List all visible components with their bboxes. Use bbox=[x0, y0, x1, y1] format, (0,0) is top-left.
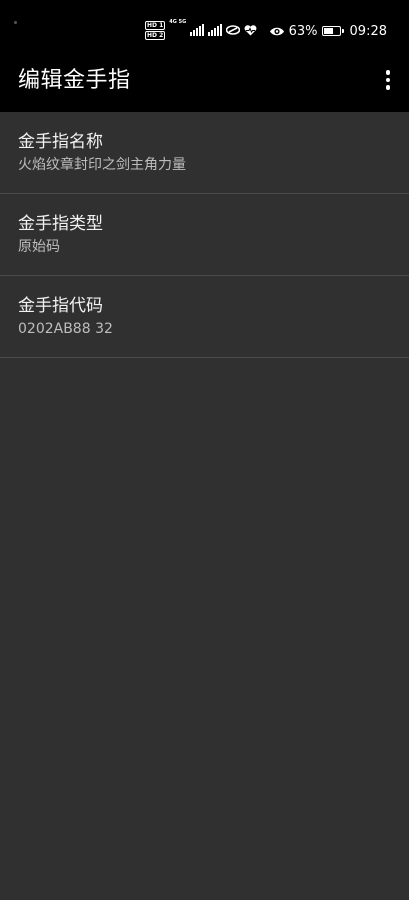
sim-indicators: HD 1 HD 2 bbox=[145, 20, 166, 40]
field-row-code[interactable]: 金手指代码 0202AB88 32 bbox=[0, 276, 409, 358]
signal-1-icon bbox=[190, 24, 205, 36]
hd1-icon: HD 1 bbox=[145, 20, 166, 30]
status-icons-left: HD 1 HD 2 4G 5G bbox=[145, 18, 257, 42]
field-value: 0202AB88 32 bbox=[18, 321, 113, 337]
field-value: 原始码 bbox=[18, 239, 60, 255]
battery-fill bbox=[323, 28, 333, 34]
field-list: 金手指名称 火焰纹章封印之剑主角力量 金手指类型 原始码 金手指代码 0202A… bbox=[0, 112, 409, 358]
field-value: 火焰纹章封印之剑主角力量 bbox=[18, 157, 186, 173]
field-row-name[interactable]: 金手指名称 火焰纹章封印之剑主角力量 bbox=[0, 112, 409, 194]
health-heart-icon bbox=[244, 24, 257, 35]
clock: 09:28 bbox=[349, 23, 387, 39]
battery-percent: 63% bbox=[288, 23, 318, 39]
field-label: 金手指类型 bbox=[18, 214, 103, 234]
more-vert-icon bbox=[385, 70, 391, 75]
status-icons-right: 63% 09:28 bbox=[269, 20, 387, 42]
hd2-icon: HD 2 bbox=[145, 30, 166, 40]
field-row-type[interactable]: 金手指类型 原始码 bbox=[0, 194, 409, 276]
status-bar: HD 1 HD 2 4G 5G 63% 09:28 bbox=[0, 0, 409, 60]
overflow-menu-button[interactable] bbox=[380, 66, 396, 94]
network-type: 4G 5G bbox=[169, 19, 187, 25]
signal-2-icon bbox=[208, 24, 223, 36]
field-label: 金手指代码 bbox=[18, 296, 103, 316]
link-icon bbox=[226, 25, 241, 35]
camera-dot bbox=[14, 21, 17, 24]
eye-icon bbox=[269, 27, 284, 35]
field-label: 金手指名称 bbox=[18, 132, 103, 152]
page-title: 编辑金手指 bbox=[18, 68, 131, 93]
app-bar: 编辑金手指 bbox=[0, 60, 409, 112]
screen: HD 1 HD 2 4G 5G 63% 09:28 编辑金手指 金手指名称 火焰… bbox=[0, 0, 409, 900]
battery-icon bbox=[321, 26, 344, 36]
